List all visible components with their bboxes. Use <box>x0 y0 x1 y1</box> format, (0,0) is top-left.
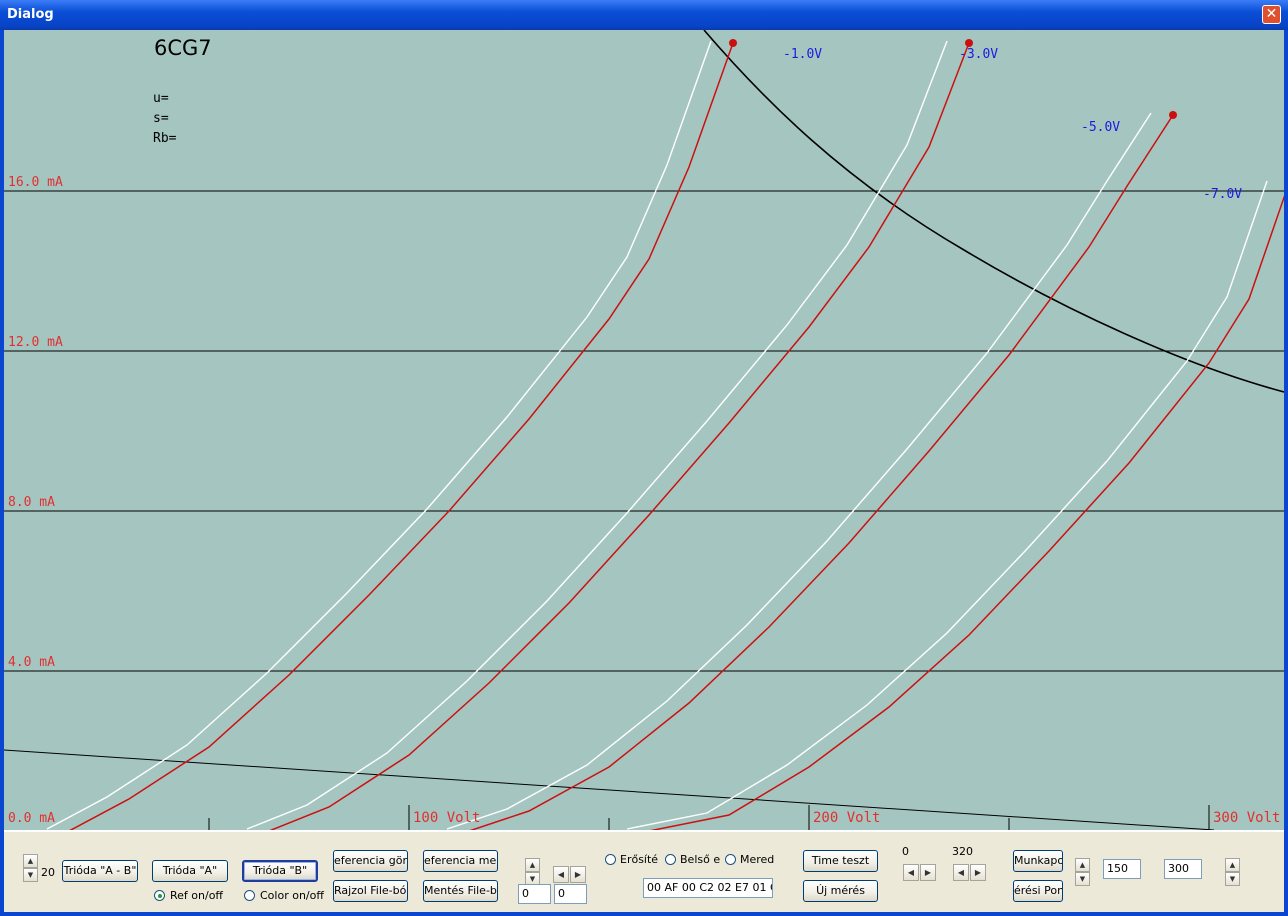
reference-curve-0 <box>46 40 712 830</box>
belso-label: Belső e <box>680 853 721 866</box>
ref-toggle-radio[interactable] <box>154 890 165 901</box>
value-spinner[interactable]: ▲ ▼ <box>1225 858 1240 888</box>
offset-hspinner[interactable]: ◀ ▶ <box>553 866 587 883</box>
reference-curve-1 <box>246 40 948 830</box>
value-150-field[interactable]: 150 <box>1103 859 1141 879</box>
y-label-0ma: 0.0 mA <box>8 811 55 826</box>
trioda-a-button[interactable]: Trióda "A" <box>152 860 228 882</box>
color-toggle-radio[interactable] <box>244 890 255 901</box>
spin-right-icon[interactable]: ▶ <box>570 866 586 883</box>
spin-up-icon[interactable]: ▲ <box>23 854 38 868</box>
setpoint-spinner[interactable]: ▲ ▼ <box>1075 858 1090 888</box>
spin-left-icon[interactable]: ◀ <box>903 864 919 881</box>
dissipation-curve <box>703 30 1284 393</box>
uj-meres-button[interactable]: Új mérés <box>803 880 878 902</box>
spin-right-icon[interactable]: ▶ <box>970 864 986 881</box>
window-title: Dialog <box>7 7 54 22</box>
reference-curve-3 <box>626 180 1268 830</box>
range-max-label: 320 <box>952 845 973 858</box>
x-label-100: 100 Volt <box>413 810 481 826</box>
tube-name: 6CG7 <box>154 36 212 60</box>
curve-label-3v: -3.0V <box>959 47 999 62</box>
control-panel: ▲ ▼ 20 Trióda "A - B" Trióda "A" Trióda … <box>4 832 1284 912</box>
range-min-label: 0 <box>902 845 909 858</box>
y-label-8ma: 8.0 mA <box>8 495 55 510</box>
count-value: 20 <box>41 866 55 879</box>
curve-endpoint-1[interactable] <box>965 39 973 47</box>
rajzol-file-button[interactable]: Rajzol File-ból <box>333 880 408 902</box>
spin-down-icon[interactable]: ▼ <box>1225 872 1240 886</box>
curve-endpoint-2[interactable] <box>1169 111 1177 119</box>
erosites-label: Erősíté <box>620 853 659 866</box>
count-spinner[interactable]: ▲ ▼ <box>23 854 38 884</box>
spin-left-icon[interactable]: ◀ <box>953 864 969 881</box>
meresi-pont-button[interactable]: érési Pont <box>1013 880 1063 902</box>
curve-endpoint-0[interactable] <box>729 39 737 47</box>
y-label-4ma: 4.0 mA <box>8 655 55 670</box>
measured-curve-0 <box>69 42 734 830</box>
x-label-200: 200 Volt <box>813 810 881 826</box>
spin-right-icon[interactable]: ▶ <box>920 864 936 881</box>
offset-b-field[interactable]: 0 <box>554 884 587 904</box>
param-s: s= <box>153 111 169 126</box>
measured-curve-2 <box>469 114 1174 830</box>
ref-toggle-label: Ref on/off <box>170 889 224 902</box>
spin-down-icon[interactable]: ▼ <box>1075 872 1090 886</box>
offset-a-field[interactable]: 0 <box>518 884 551 904</box>
color-toggle-label: Color on/off <box>260 889 324 902</box>
range-min-hspinner[interactable]: ◀ ▶ <box>903 864 937 881</box>
characteristic-plot: 6CG7 u= s= Rb= 16.0 mA 12.0 mA 8.0 mA 4.… <box>4 30 1284 832</box>
close-icon[interactable]: ✕ <box>1262 5 1281 24</box>
measured-curve-1 <box>269 42 970 830</box>
range-max-hspinner[interactable]: ◀ ▶ <box>953 864 987 881</box>
spin-up-icon[interactable]: ▲ <box>1075 858 1090 872</box>
meredek-radio[interactable] <box>725 854 736 865</box>
belso-radio[interactable] <box>665 854 676 865</box>
curve-chart <box>4 30 1284 830</box>
referencia-gorbe-button[interactable]: eferencia görb <box>333 850 408 872</box>
spin-up-icon[interactable]: ▲ <box>1225 858 1240 872</box>
trioda-b-button[interactable]: Trióda "B" <box>242 860 318 882</box>
x-label-300: 300 Volt <box>1213 810 1281 826</box>
param-u: u= <box>153 91 169 106</box>
erosites-radio[interactable] <box>605 854 616 865</box>
value-300-field[interactable]: 300 <box>1164 859 1202 879</box>
curve-label-5v: -5.0V <box>1081 120 1121 135</box>
reference-curve-2 <box>446 112 1152 830</box>
referencia-mentes-button[interactable]: eferencia ment <box>423 850 498 872</box>
meredek-label: Mered <box>740 853 775 866</box>
trioda-ab-button[interactable]: Trióda "A - B" <box>62 860 138 882</box>
param-rb: Rb= <box>153 131 177 146</box>
spin-up-icon[interactable]: ▲ <box>525 858 540 872</box>
munkapont-button[interactable]: Munkapon <box>1013 850 1063 872</box>
curve-label-1v: -1.0V <box>783 47 823 62</box>
dialog-client: 6CG7 u= s= Rb= 16.0 mA 12.0 mA 8.0 mA 4.… <box>4 30 1284 912</box>
y-label-16ma: 16.0 mA <box>8 175 63 190</box>
curve-label-7v: -7.0V <box>1203 187 1243 202</box>
mentes-file-button[interactable]: Mentés File-ba <box>423 880 498 902</box>
spin-down-icon[interactable]: ▼ <box>23 868 38 882</box>
dialog-window: Dialog ✕ 6CG7 u= s= Rb= 16.0 mA 12.0 mA … <box>0 0 1288 916</box>
time-teszt-button[interactable]: Time teszt <box>803 850 878 872</box>
hex-data-field[interactable]: 00 AF 00 C2 02 E7 01 CF <box>643 878 773 898</box>
title-bar[interactable]: Dialog ✕ <box>0 0 1288 30</box>
y-label-12ma: 12.0 mA <box>8 335 63 350</box>
spin-left-icon[interactable]: ◀ <box>553 866 569 883</box>
measured-curve-3 <box>650 195 1284 830</box>
